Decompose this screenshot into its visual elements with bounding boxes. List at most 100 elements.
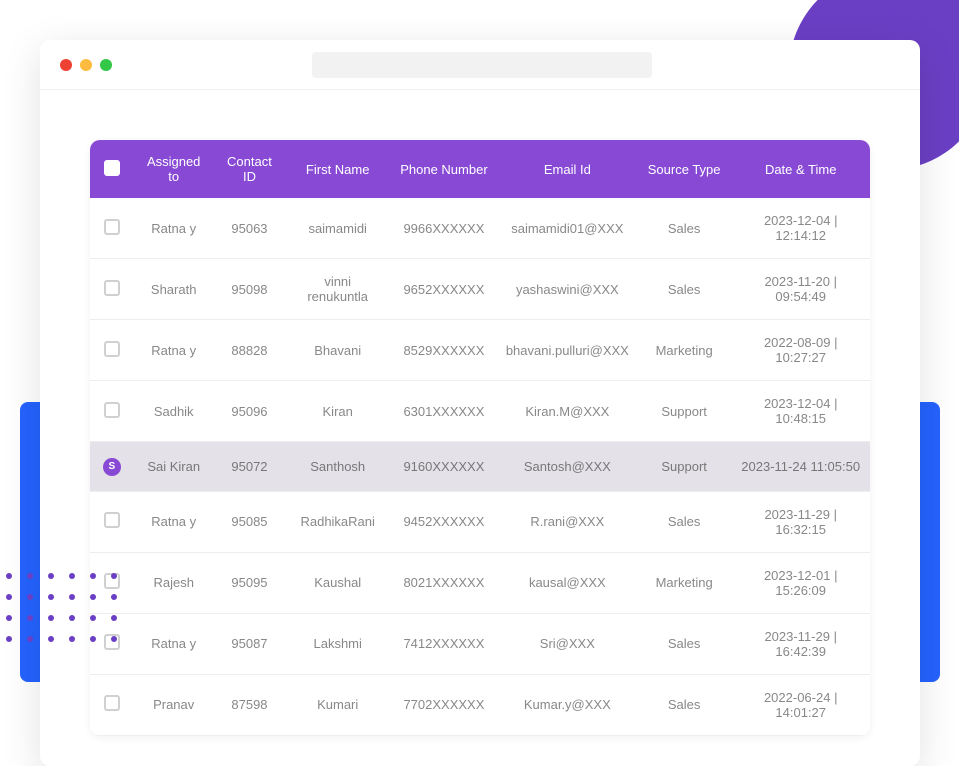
table-row[interactable]: Sharath95098vinni renukuntla9652XXXXXXya… <box>90 259 870 320</box>
cell-first-name: Lakshmi <box>285 613 390 674</box>
cell-datetime: 2023-12-01 | 15:26:09 <box>731 552 870 613</box>
contacts-table: Assigned to Contact ID First Name Phone … <box>90 140 870 736</box>
cell-assigned-to: Ratna y <box>134 613 214 674</box>
cell-phone: 8529XXXXXX <box>390 320 498 381</box>
row-checkbox[interactable] <box>104 280 120 296</box>
cell-source: Sales <box>637 491 732 552</box>
row-checkbox[interactable] <box>104 341 120 357</box>
table-row[interactable]: S Sai Kiran95072Santhosh9160XXXXXXSantosh… <box>90 442 870 492</box>
cell-contact-id: 95085 <box>214 491 286 552</box>
cell-source: Support <box>637 381 732 442</box>
cell-first-name: vinni renukuntla <box>285 259 390 320</box>
table-row[interactable]: Ratna y88828Bhavani8529XXXXXXbhavani.pul… <box>90 320 870 381</box>
cell-contact-id: 95063 <box>214 198 286 259</box>
traffic-lights <box>60 59 112 71</box>
cell-contact-id: 88828 <box>214 320 286 381</box>
table-row[interactable]: Rajesh95095Kaushal8021XXXXXXkausal@XXXMa… <box>90 552 870 613</box>
row-checkbox[interactable] <box>104 512 120 528</box>
cell-email: saimamidi01@XXX <box>498 198 637 259</box>
cell-contact-id: 95098 <box>214 259 286 320</box>
row-checkbox-cell <box>90 674 134 735</box>
cell-source: Sales <box>637 613 732 674</box>
header-phone[interactable]: Phone Number <box>390 140 498 198</box>
cell-first-name: Bhavani <box>285 320 390 381</box>
contacts-table-card: Assigned to Contact ID First Name Phone … <box>90 140 870 736</box>
window-maximize-icon[interactable] <box>100 59 112 71</box>
cell-email: Kiran.M@XXX <box>498 381 637 442</box>
table-row[interactable]: Pranav87598Kumari7702XXXXXXKumar.y@XXXSa… <box>90 674 870 735</box>
cell-datetime: 2023-11-29 | 16:32:15 <box>731 491 870 552</box>
cell-assigned-to: Ratna y <box>134 198 214 259</box>
select-all-checkbox[interactable] <box>104 160 120 176</box>
cell-first-name: Kiran <box>285 381 390 442</box>
row-checkbox[interactable] <box>104 219 120 235</box>
cell-assigned-to: Sai Kiran <box>134 442 214 492</box>
cell-phone: 7412XXXXXX <box>390 613 498 674</box>
cell-source: Support <box>637 442 732 492</box>
cell-assigned-to: Ratna y <box>134 320 214 381</box>
cell-contact-id: 95072 <box>214 442 286 492</box>
avatar-badge[interactable]: S <box>103 458 121 476</box>
header-datetime[interactable]: Date & Time <box>731 140 870 198</box>
cell-datetime: 2023-11-24 11:05:50 <box>731 442 870 492</box>
cell-source: Sales <box>637 674 732 735</box>
cell-source: Sales <box>637 259 732 320</box>
cell-phone: 6301XXXXXX <box>390 381 498 442</box>
cell-email: Kumar.y@XXX <box>498 674 637 735</box>
cell-datetime: 2023-11-20 | 09:54:49 <box>731 259 870 320</box>
cell-contact-id: 95095 <box>214 552 286 613</box>
cell-datetime: 2022-06-24 | 14:01:27 <box>731 674 870 735</box>
browser-window: Assigned to Contact ID First Name Phone … <box>40 40 920 766</box>
cell-assigned-to: Rajesh <box>134 552 214 613</box>
row-checkbox-cell: S <box>90 442 134 492</box>
cell-email: kausal@XXX <box>498 552 637 613</box>
table-row[interactable]: Ratna y95087Lakshmi7412XXXXXXSri@XXXSale… <box>90 613 870 674</box>
cell-phone: 8021XXXXXX <box>390 552 498 613</box>
cell-source: Sales <box>637 198 732 259</box>
cell-assigned-to: Sadhik <box>134 381 214 442</box>
url-bar[interactable] <box>312 52 652 78</box>
cell-phone: 9652XXXXXX <box>390 259 498 320</box>
row-checkbox-cell <box>90 381 134 442</box>
cell-source: Marketing <box>637 552 732 613</box>
cell-email: Santosh@XXX <box>498 442 637 492</box>
cell-email: R.rani@XXX <box>498 491 637 552</box>
cell-assigned-to: Pranav <box>134 674 214 735</box>
window-close-icon[interactable] <box>60 59 72 71</box>
cell-phone: 7702XXXXXX <box>390 674 498 735</box>
row-checkbox[interactable] <box>104 402 120 418</box>
cell-assigned-to: Ratna y <box>134 491 214 552</box>
table-row[interactable]: Ratna y95063saimamidi9966XXXXXXsaimamidi… <box>90 198 870 259</box>
row-checkbox-cell <box>90 320 134 381</box>
cell-first-name: Kumari <box>285 674 390 735</box>
header-email[interactable]: Email Id <box>498 140 637 198</box>
row-checkbox-cell <box>90 198 134 259</box>
decorative-dot-grid <box>6 573 117 642</box>
header-contact-id[interactable]: Contact ID <box>214 140 286 198</box>
cell-datetime: 2023-11-29 | 16:42:39 <box>731 613 870 674</box>
cell-phone: 9452XXXXXX <box>390 491 498 552</box>
cell-datetime: 2023-12-04 | 10:48:15 <box>731 381 870 442</box>
cell-first-name: Santhosh <box>285 442 390 492</box>
cell-email: yashaswini@XXX <box>498 259 637 320</box>
cell-phone: 9160XXXXXX <box>390 442 498 492</box>
cell-datetime: 2023-12-04 | 12:14:12 <box>731 198 870 259</box>
cell-email: bhavani.pulluri@XXX <box>498 320 637 381</box>
window-minimize-icon[interactable] <box>80 59 92 71</box>
cell-email: Sri@XXX <box>498 613 637 674</box>
table-row[interactable]: Sadhik95096Kiran6301XXXXXXKiran.M@XXXSup… <box>90 381 870 442</box>
cell-source: Marketing <box>637 320 732 381</box>
cell-first-name: Kaushal <box>285 552 390 613</box>
row-checkbox-cell <box>90 491 134 552</box>
header-first-name[interactable]: First Name <box>285 140 390 198</box>
cell-first-name: RadhikaRani <box>285 491 390 552</box>
row-checkbox[interactable] <box>104 695 120 711</box>
header-assigned-to[interactable]: Assigned to <box>134 140 214 198</box>
header-source[interactable]: Source Type <box>637 140 732 198</box>
cell-contact-id: 95096 <box>214 381 286 442</box>
cell-assigned-to: Sharath <box>134 259 214 320</box>
browser-chrome <box>40 40 920 90</box>
table-row[interactable]: Ratna y95085RadhikaRani9452XXXXXXR.rani@… <box>90 491 870 552</box>
cell-contact-id: 95087 <box>214 613 286 674</box>
cell-phone: 9966XXXXXX <box>390 198 498 259</box>
